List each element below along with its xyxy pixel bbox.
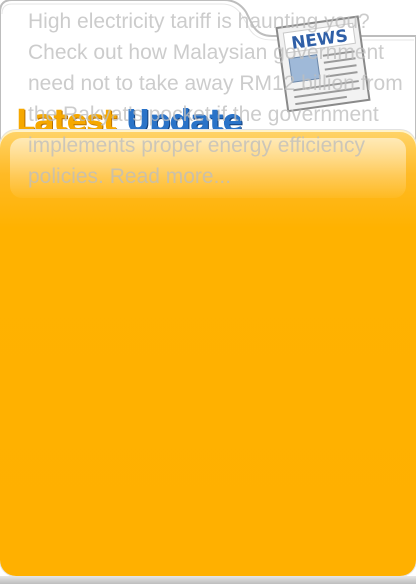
update-panel xyxy=(0,130,416,576)
article-body: High electricity tariff is haunting you?… xyxy=(28,10,403,188)
bottom-strip xyxy=(0,576,416,584)
read-more-link[interactable]: Read more... xyxy=(110,165,231,188)
article-text: High electricity tariff is haunting you?… xyxy=(28,6,416,192)
